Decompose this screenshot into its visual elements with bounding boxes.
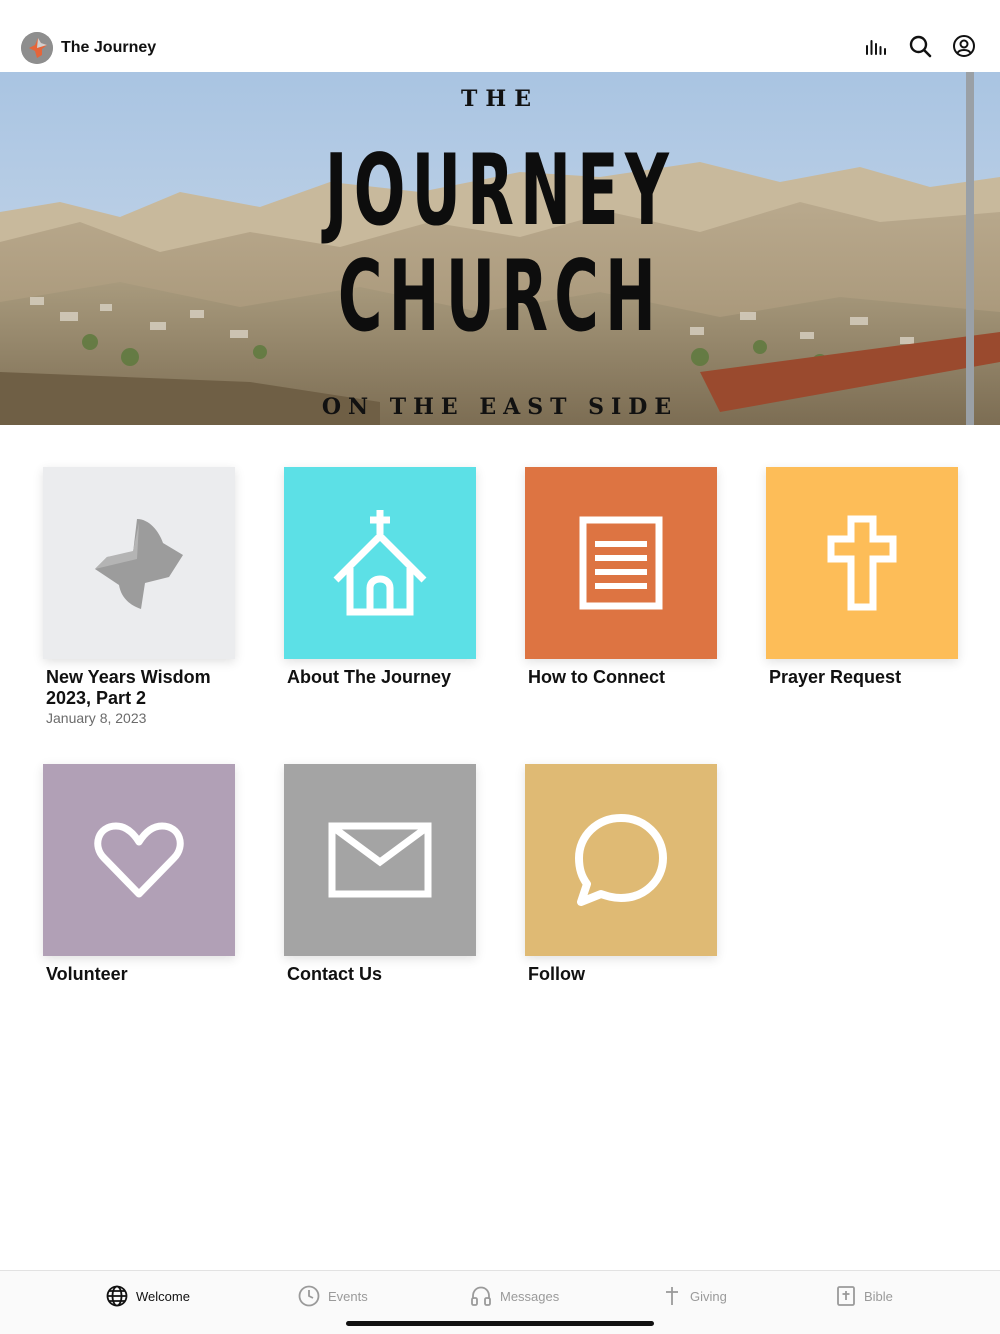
tab-welcome[interactable]: Welcome xyxy=(106,1285,190,1307)
cross-icon xyxy=(827,515,897,611)
tile-thumbnail[interactable] xyxy=(525,764,717,956)
church-icon xyxy=(333,510,427,616)
audio-bars-icon[interactable] xyxy=(864,34,888,58)
tile-label: Volunteer xyxy=(46,964,128,984)
app-title: The Journey xyxy=(61,39,157,56)
tab-label: Giving xyxy=(690,1288,727,1304)
tile-thumbnail[interactable] xyxy=(766,467,958,659)
tile-label: Contact Us xyxy=(287,964,383,984)
account-icon[interactable] xyxy=(952,34,976,58)
tab-label: Welcome xyxy=(136,1288,190,1304)
journey-logo-icon xyxy=(95,519,183,609)
tile-thumbnail[interactable] xyxy=(284,467,476,659)
hero-subtitle: ON THE EAST SIDE xyxy=(321,394,679,420)
bible-icon xyxy=(837,1286,855,1306)
brand[interactable]: The Journey xyxy=(21,32,156,64)
headphones-icon xyxy=(471,1286,491,1306)
home-indicator[interactable] xyxy=(346,1321,654,1326)
tab-events[interactable]: Events xyxy=(298,1285,368,1307)
clock-icon xyxy=(298,1285,320,1307)
tile-how-to-connect[interactable]: How to Connect xyxy=(525,467,717,688)
tile-label: Prayer Request xyxy=(769,667,902,687)
tile-thumbnail[interactable] xyxy=(43,467,235,659)
tile-date: January 8, 2023 xyxy=(46,710,147,726)
tile-follow[interactable]: Follow xyxy=(525,764,717,985)
tile-thumbnail[interactable] xyxy=(284,764,476,956)
tile-volunteer[interactable]: Volunteer xyxy=(43,764,235,985)
tab-label: Bible xyxy=(864,1288,893,1304)
tile-prayer-request[interactable]: Prayer Request xyxy=(766,467,958,688)
cross-icon xyxy=(666,1287,678,1305)
tile-label: About The Journey xyxy=(287,667,452,687)
tile-label: New Years Wisdom 2023, Part 2 xyxy=(46,667,211,708)
tab-bible[interactable]: Bible xyxy=(836,1285,893,1307)
heart-icon xyxy=(94,822,184,898)
tile-label: How to Connect xyxy=(528,667,665,687)
hero-banner: THE JOURNEY CHURCH ON THE EAST SIDE xyxy=(0,72,1000,425)
tile-thumbnail[interactable] xyxy=(525,467,717,659)
tile-contact-us[interactable]: Contact Us xyxy=(284,764,476,985)
tile-new-years-wisdom[interactable]: New Years Wisdom 2023, Part 2 January 8,… xyxy=(43,467,235,726)
hero-the-text: THE xyxy=(461,86,539,112)
chat-bubble-icon xyxy=(575,814,667,906)
globe-icon xyxy=(106,1285,128,1307)
hero-journey-text: JOURNEY xyxy=(324,134,676,248)
tile-label: Follow xyxy=(528,964,585,984)
tab-label: Events xyxy=(328,1288,368,1304)
search-icon[interactable] xyxy=(908,34,932,58)
journey-logo-icon xyxy=(21,32,53,64)
tile-thumbnail[interactable] xyxy=(43,764,235,956)
tab-label: Messages xyxy=(500,1288,560,1304)
envelope-icon xyxy=(328,822,432,898)
tile-about-the-journey[interactable]: About The Journey xyxy=(284,467,476,688)
header-actions xyxy=(864,34,976,58)
app-header: The Journey xyxy=(0,0,1000,72)
tab-messages[interactable]: Messages xyxy=(470,1285,559,1307)
hero-church-text: CHURCH xyxy=(337,240,663,354)
tab-giving[interactable]: Giving xyxy=(662,1285,727,1307)
document-icon xyxy=(579,516,663,610)
